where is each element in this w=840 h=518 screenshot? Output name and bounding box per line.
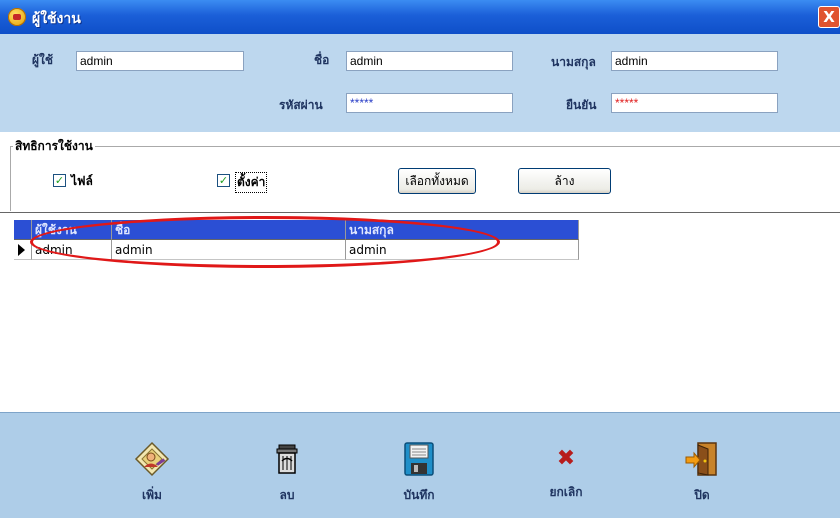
settings-checkbox[interactable]: ✓ <box>217 174 230 187</box>
file-checkbox-label: ไฟล์ <box>71 174 93 188</box>
title-bar: ผู้ใช้งาน X <box>0 0 840 34</box>
confirm-password-label: ยืนยัน <box>566 98 597 112</box>
cancel-x-icon: ✖ <box>556 446 576 471</box>
table-row[interactable]: admin admin admin <box>14 240 579 260</box>
close-icon[interactable]: X <box>818 6 840 28</box>
password-field[interactable] <box>346 93 513 113</box>
surname-field[interactable] <box>611 51 778 71</box>
app-icon <box>8 8 26 26</box>
add-button[interactable]: เพิ่ม <box>117 441 187 507</box>
cell-username[interactable]: admin <box>32 240 112 260</box>
window-title: ผู้ใช้งาน <box>32 11 81 27</box>
user-grid-area: ผู้ใช้งาน ชื่อ นามสกุล admin admin admin <box>0 212 840 413</box>
cell-name[interactable]: admin <box>112 240 346 260</box>
row-indicator-icon <box>14 240 32 260</box>
grid-header-surname[interactable]: นามสกุล <box>346 220 579 240</box>
exit-button[interactable]: ปิด <box>667 441 737 507</box>
save-button[interactable]: บันทึก <box>384 441 454 507</box>
clear-button[interactable]: ล้าง <box>518 168 611 194</box>
grid-corner <box>14 220 32 240</box>
permissions-section: สิทธิการใช้งาน ✓ ไฟล์ ✓ ตั้งค่า เลือกทั้… <box>0 132 840 212</box>
delete-label: ลบ <box>279 488 295 502</box>
exit-door-icon <box>685 442 717 476</box>
cancel-label: ยกเลิก <box>549 485 583 499</box>
select-all-button[interactable]: เลือกทั้งหมด <box>398 168 476 194</box>
trash-icon <box>276 444 298 474</box>
grid-header-row: ผู้ใช้งาน ชื่อ นามสกุล <box>14 220 579 240</box>
add-user-icon <box>134 441 170 477</box>
name-field[interactable] <box>346 51 513 71</box>
file-checkbox[interactable]: ✓ <box>53 174 66 187</box>
cell-surname[interactable]: admin <box>346 240 579 260</box>
user-field[interactable] <box>76 51 244 71</box>
user-grid: ผู้ใช้งาน ชื่อ นามสกุล admin admin admin <box>14 220 579 260</box>
user-form: ผู้ใช้ ชื่อ นามสกุล รหัสผ่าน ยืนยัน <box>0 34 840 132</box>
settings-checkbox-label: ตั้งค่า <box>235 172 268 193</box>
exit-label: ปิด <box>694 488 710 502</box>
save-label: บันทึก <box>403 488 435 502</box>
name-label: ชื่อ <box>314 53 330 67</box>
password-label: รหัสผ่าน <box>279 98 323 112</box>
cancel-button[interactable]: ✖ ยกเลิก <box>531 441 601 507</box>
permissions-title: สิทธิการใช้งาน <box>13 137 95 156</box>
delete-button[interactable]: ลบ <box>252 441 322 507</box>
bottom-toolbar: เพิ่ม ลบ บันทึก ✖ ยกเลิก ปิด <box>0 412 840 518</box>
floppy-disk-icon <box>404 442 434 476</box>
grid-header-username[interactable]: ผู้ใช้งาน <box>32 220 112 240</box>
user-label: ผู้ใช้ <box>32 53 54 67</box>
surname-label: นามสกุล <box>551 55 596 69</box>
grid-header-name[interactable]: ชื่อ <box>112 220 346 240</box>
add-label: เพิ่ม <box>142 488 162 502</box>
confirm-password-field[interactable] <box>611 93 778 113</box>
